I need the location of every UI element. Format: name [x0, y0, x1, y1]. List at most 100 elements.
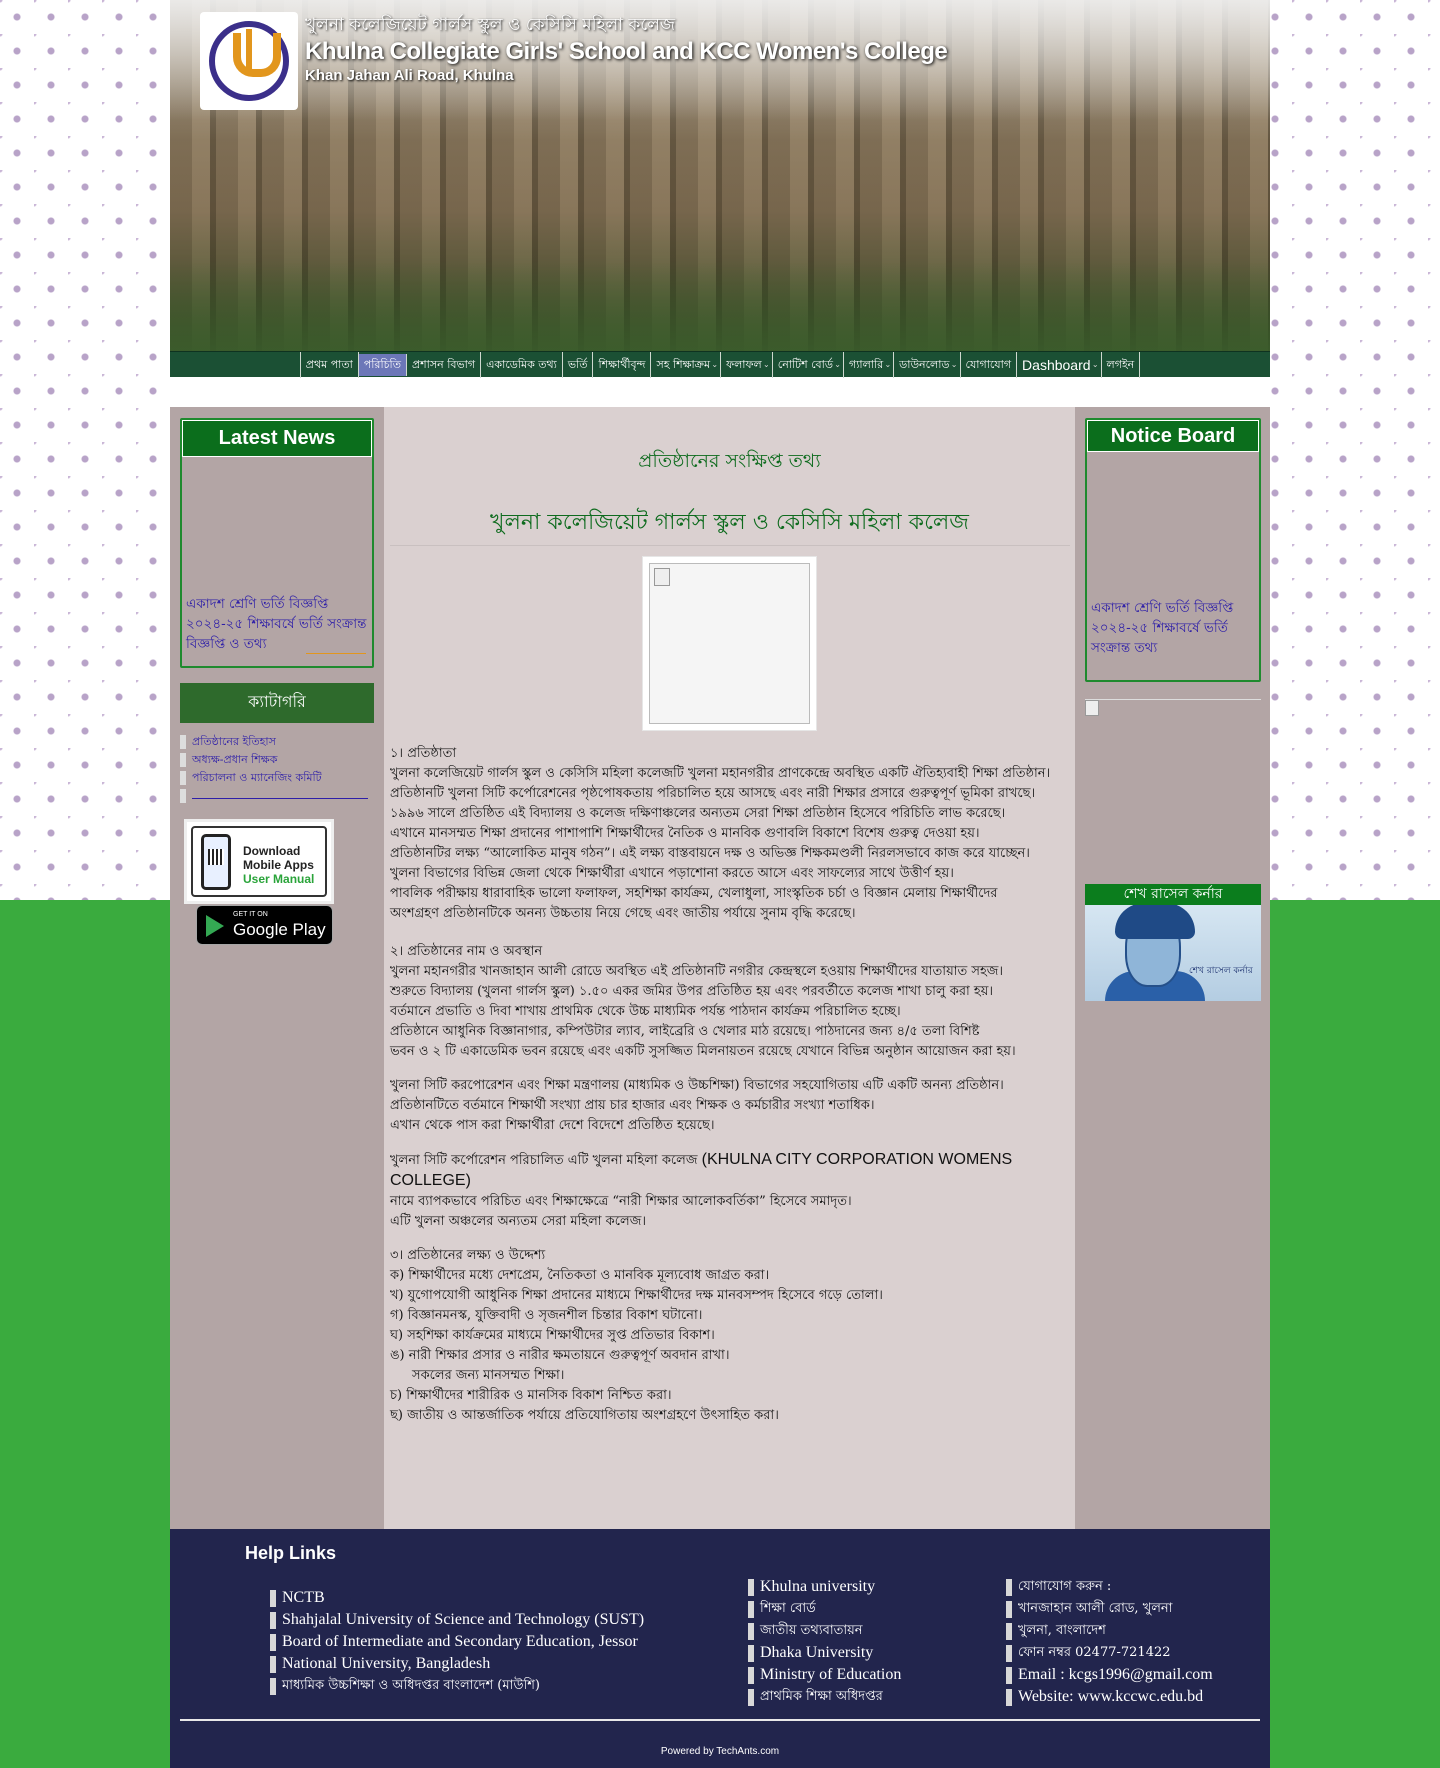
footer-link[interactable]: Shahjalal University of Science and Tech… — [270, 1609, 644, 1631]
google-play-small-text: GET IT ON — [233, 911, 268, 918]
footer-links-column-1: NCTB Shahjalal University of Science and … — [270, 1587, 644, 1697]
category-link[interactable]: অধ্যক্ষ-প্রধান শিক্ষক — [180, 751, 374, 769]
content-line: ছ) জাতীয় ও আন্তর্জাতিক পর্যায়ে প্রতিযো… — [390, 1408, 779, 1423]
section-paragraph: খুলনা মহানগরীর খানজাহান আলী রোডে অবস্থিত… — [390, 962, 1070, 1062]
footer-link[interactable]: প্রাথমিক শিক্ষা অধিদপ্তর — [748, 1686, 901, 1708]
nav-item-label: ডাউনলোড — [899, 357, 950, 371]
section-paragraph: নামে ব্যাপকভাবে পরিচিত এবং শিক্ষাক্ষেত্র… — [390, 1192, 1070, 1232]
footer-link[interactable]: Khulna university — [748, 1576, 901, 1598]
nav-item[interactable]: একাডেমিক তথ্য — [481, 352, 563, 378]
categories-title: ক্যাটাগরি — [180, 683, 374, 723]
nav-item-label: ভর্তি — [567, 357, 588, 371]
nav-item-label: সহ শিক্ষাক্রম — [656, 357, 711, 371]
footer-link[interactable]: Board of Intermediate and Secondary Educ… — [270, 1631, 644, 1653]
google-play-badge[interactable]: GET IT ON Google Play — [196, 905, 333, 945]
notice-line[interactable]: সংক্রান্ত তথ্য — [1091, 638, 1259, 658]
content-line: খ) যুগোপযোগী আধুনিক শিক্ষা প্রদানের মাধ্… — [390, 1288, 883, 1303]
notice-line[interactable]: একাদশ শ্রেণি ভর্তি বিজ্ঞপ্তি — [1091, 598, 1259, 618]
news-line[interactable]: বিজ্ঞপ্তি ও তথ্য — [186, 634, 370, 654]
footer-help-links-title: Help Links — [245, 1543, 337, 1563]
footer-link[interactable]: খুলনা, বাংলাদেশ — [1006, 1620, 1213, 1642]
section-paragraph: খুলনা সিটি করপোরেশন এবং শিক্ষা মন্ত্রণাল… — [390, 1076, 1070, 1136]
footer-link[interactable]: মাধ্যমিক উচ্চশিক্ষা ও অধিদপ্তর বাংলাদেশ … — [270, 1675, 644, 1697]
content-line: এখান থেকে পাস করা শিক্ষার্থীরা দেশে বিদে… — [390, 1118, 715, 1133]
notice-board-widget: Notice Board একাদশ শ্রেণি ভর্তি বিজ্ঞপ্ত… — [1085, 418, 1261, 682]
footer-link[interactable]: শিক্ষা বোর্ড — [748, 1598, 901, 1620]
chevron-down-icon: ⌄ — [834, 360, 841, 369]
nav-item[interactable]: ফলাফল ⌄ — [721, 352, 773, 378]
section-lead: খুলনা সিটি কর্পোরেশন পরিচালিত এটি খুলনা … — [390, 1150, 1070, 1192]
footer-link[interactable]: NCTB — [270, 1587, 644, 1609]
category-link[interactable]: প্রতিষ্ঠানের ইতিহাস — [180, 733, 374, 751]
notice-line[interactable]: ২০২৪-২৫ শিক্ষাবর্ষে ভর্তি — [1091, 618, 1259, 638]
sheikh-russel-corner-image[interactable]: শেখ রাসেল কর্নার — [1085, 905, 1261, 1001]
content-line: পাবলিক পরীক্ষায় ধারাবাহিক ভালো ফলাফল, স… — [390, 886, 998, 901]
footer-link[interactable]: Email : kcgs1996@gmail.com — [1006, 1664, 1213, 1686]
footer-link[interactable]: ফোন নম্বর 02477-721422 — [1006, 1642, 1213, 1664]
nav-item[interactable]: পরিচিতি — [358, 354, 407, 376]
nav-item[interactable]: ভর্তি — [563, 352, 594, 378]
nav-item[interactable]: প্রশাসন বিভাগ — [407, 352, 482, 378]
content-line: ভবন ও ২ টি একাডেমিক ভবন রয়েছে এবং একটি … — [390, 1044, 1016, 1059]
content-line: এটি খুলনা অঞ্চলের অন্যতম সেরা মহিলা কলেজ… — [390, 1214, 646, 1229]
site-title-bangla: খুলনা কলেজিয়েট গার্লস স্কুল ও কেসিসি মহ… — [305, 15, 676, 35]
content-line: ঙ) নারী শিক্ষার প্রসার ও নারীর ক্ষমতায়ন… — [390, 1348, 730, 1363]
portrait-caption: শেখ রাসেল কর্নার — [1189, 966, 1253, 976]
news-line[interactable]: একাদশ শ্রেণি ভর্তি বিজ্ঞপ্তি — [186, 594, 370, 614]
section-lead-bangla: খুলনা সিটি কর্পোরেশন পরিচালিত এটি খুলনা … — [390, 1153, 698, 1168]
nav-item-label: নোটিশ বোর্ড — [777, 357, 833, 371]
portrait-hair — [1115, 905, 1195, 939]
content-line: প্রতিষ্ঠানটি খুলনা সিটি কর্পোরেশনের পৃষ্… — [390, 786, 1036, 801]
powered-by-link[interactable]: Powered by TechAnts.com — [170, 1746, 1270, 1757]
footer-link[interactable]: Ministry of Education — [748, 1664, 901, 1686]
content-line: এখানে মানসম্মত শিক্ষা প্রদানের পাশাপাশি … — [390, 826, 980, 841]
sidebar-banner-image — [1085, 699, 1261, 719]
footer-link[interactable]: National University, Bangladesh — [270, 1653, 644, 1675]
content-line: খুলনা কলেজিয়েট গার্লস স্কুল ও কেসিসি মহ… — [390, 766, 1051, 781]
footer-links-column-2: Khulna university শিক্ষা বোর্ড জাতীয় তথ্য… — [748, 1576, 901, 1708]
nav-item[interactable]: গ্যালারি ⌄ — [844, 352, 895, 378]
page-container: খুলনা কলেজিয়েট গার্লস স্কুল ও কেসিসি মহ… — [170, 0, 1270, 1768]
nav-item[interactable]: নোটিশ বোর্ড ⌄ — [773, 352, 844, 378]
notice-ticker[interactable]: একাদশ শ্রেণি ভর্তি বিজ্ঞপ্তি ২০২৪-২৫ শিক… — [1091, 598, 1259, 658]
content-body: ১। প্রতিষ্ঠাতা খুলনা কলেজিয়েট গার্লস স্… — [390, 744, 1070, 1426]
nav-item[interactable]: প্রথম পাতা — [301, 352, 359, 378]
footer-link[interactable]: Website: www.kccwc.edu.bd — [1006, 1686, 1213, 1708]
broken-image-icon — [1085, 700, 1099, 716]
nav-item[interactable]: লগইন — [1102, 352, 1141, 378]
nav-item[interactable]: ডাউনলোড ⌄ — [894, 352, 961, 378]
google-play-icon — [206, 915, 224, 937]
category-link-empty[interactable] — [180, 787, 374, 805]
nav-menu: প্রথম পাতা পরিচিতি প্রশাসন বিভাগ একাডেমিক ত… — [299, 352, 1141, 378]
nav-item-label: গ্যালারি — [848, 357, 884, 371]
latest-news-title: Latest News — [182, 420, 372, 457]
latest-news-ticker[interactable]: একাদশ শ্রেণি ভর্তি বিজ্ঞপ্তি ২০২৪-২৫ শিক… — [186, 594, 370, 654]
news-line[interactable]: ২০২৪-২৫ শিক্ষাবর্ষে ভর্তি সংক্রান্ত — [186, 614, 370, 634]
section-list: ক) শিক্ষার্থীদের মধ্যে দেশপ্রেম, নৈতিকতা… — [390, 1266, 1070, 1426]
nav-item[interactable]: শিক্ষার্থীবৃন্দ — [593, 352, 652, 378]
category-link[interactable]: পরিচালনা ও ম্যানেজিং কমিটি — [180, 769, 374, 787]
chevron-down-icon: ⌄ — [1091, 360, 1099, 369]
nav-item-label: Dashboard — [1022, 357, 1091, 373]
mobile-app-manual-link[interactable]: Download Mobile Apps User Manual — [184, 819, 334, 904]
latest-news-widget: Latest News একাদশ শ্রেণি ভর্তি বিজ্ঞপ্তি… — [180, 418, 374, 668]
chevron-down-icon: ⌄ — [950, 360, 958, 369]
nav-item[interactable]: Dashboard ⌄ — [1017, 352, 1102, 378]
nav-item[interactable]: সহ শিক্ষাক্রম ⌄ — [651, 352, 722, 378]
header-banner: খুলনা কলেজিয়েট গার্লস স্কুল ও কেসিসি মহ… — [170, 0, 1270, 351]
app-card-line3: User Manual — [243, 872, 315, 886]
footer-link[interactable]: Dhaka University — [748, 1642, 901, 1664]
footer-link[interactable]: খানজাহান আলী রোড, খুলনা — [1006, 1598, 1213, 1620]
school-logo[interactable] — [200, 12, 298, 110]
categories-list: প্রতিষ্ঠানের ইতিহাস অধ্যক্ষ-প্রধান শিক্ষ… — [180, 733, 374, 805]
logo-emblem-icon — [209, 21, 289, 101]
content-line: প্রতিষ্ঠানটির লক্ষ্য “আলোকিত মানুষ গঠন”।… — [390, 846, 1030, 861]
site-title-english: Khulna Collegiate Girls' School and KCC … — [305, 38, 948, 65]
footer-link[interactable]: জাতীয় তথ্যবাতায়ন — [748, 1620, 901, 1642]
section-heading: ২। প্রতিষ্ঠানের নাম ও অবস্থান — [390, 944, 543, 959]
site-address: Khan Jahan Ali Road, Khulna — [305, 67, 514, 84]
nav-item[interactable]: যোগাযোগ — [961, 352, 1018, 378]
broken-image-icon — [649, 563, 810, 724]
app-card-line1: Download — [243, 844, 301, 858]
footer-link[interactable]: যোগাযোগ করুন : — [1006, 1576, 1213, 1598]
